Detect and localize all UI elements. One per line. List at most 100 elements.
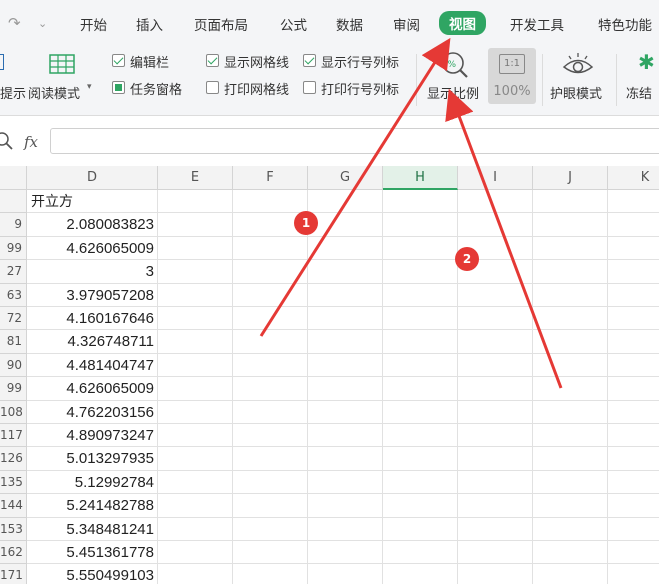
empty-cell[interactable] (458, 470, 533, 495)
empty-cell[interactable] (233, 517, 308, 541)
empty-cell[interactable] (608, 471, 659, 495)
empty-cell[interactable] (458, 541, 533, 565)
row-header[interactable]: 72 (0, 307, 27, 331)
empty-cell[interactable] (233, 353, 308, 378)
row-header[interactable]: 108 (0, 400, 27, 424)
empty-cell[interactable] (533, 236, 608, 261)
empty-cell[interactable] (383, 541, 458, 565)
empty-cell[interactable] (533, 517, 608, 541)
empty-cell[interactable] (308, 447, 383, 471)
menu-tab-review[interactable]: 审阅 (393, 14, 420, 34)
cube-root-cell[interactable]: 2.080083823 (27, 213, 158, 237)
empty-cell[interactable] (533, 470, 608, 495)
empty-cell[interactable] (308, 400, 383, 424)
cube-root-cell[interactable]: 4.481404747 (27, 353, 158, 378)
empty-cell[interactable] (608, 564, 659, 584)
empty-cell[interactable] (458, 213, 533, 237)
row-header[interactable]: 99 (0, 377, 27, 401)
select-all-corner[interactable] (0, 166, 27, 190)
quick-access-dropdown-icon[interactable]: ⌄ (38, 17, 47, 30)
row-header[interactable]: 135 (0, 470, 27, 495)
empty-cell[interactable] (158, 283, 233, 307)
empty-cell[interactable] (308, 213, 383, 237)
row-header[interactable]: 9 (0, 213, 27, 237)
zoom-100-button[interactable]: 1:1 100% (488, 48, 536, 104)
empty-cell[interactable] (233, 377, 308, 401)
cube-root-cell[interactable]: 4.626065009 (27, 377, 158, 401)
cube-root-cell[interactable]: 3.979057208 (27, 283, 158, 307)
cube-root-cell[interactable]: 5.451361778 (27, 541, 158, 565)
empty-cell[interactable] (458, 400, 533, 424)
empty-cell[interactable] (383, 447, 458, 471)
empty-cell[interactable] (533, 541, 608, 565)
empty-cell[interactable] (158, 236, 233, 261)
empty-cell[interactable] (233, 541, 308, 565)
row-header[interactable]: 144 (0, 494, 27, 518)
empty-cell[interactable] (458, 190, 533, 214)
empty-cell[interactable] (383, 353, 458, 378)
column-header-e[interactable]: E (158, 166, 233, 190)
reading-mode-dropdown-icon[interactable]: ▾ (87, 82, 92, 92)
menu-tab-special-features[interactable]: 特色功能 (598, 14, 652, 34)
empty-cell[interactable] (533, 260, 608, 284)
empty-cell[interactable] (608, 401, 659, 424)
empty-cell[interactable] (383, 400, 458, 424)
empty-cell[interactable] (608, 494, 659, 518)
row-header[interactable] (0, 190, 27, 214)
empty-cell[interactable] (608, 307, 659, 331)
empty-cell[interactable] (608, 330, 659, 354)
row-header[interactable]: 171 (0, 564, 27, 584)
menu-tab-view[interactable]: 视图 (439, 11, 486, 35)
empty-cell[interactable] (158, 494, 233, 518)
empty-cell[interactable] (233, 494, 308, 518)
empty-cell[interactable] (158, 190, 233, 214)
empty-cell[interactable] (608, 260, 659, 284)
empty-cell[interactable] (383, 564, 458, 584)
empty-cell[interactable] (308, 494, 383, 518)
empty-cell[interactable] (458, 377, 533, 401)
empty-cell[interactable] (458, 517, 533, 541)
empty-cell[interactable] (233, 190, 308, 214)
eye-protection-button[interactable]: 护眼模式 (550, 83, 602, 102)
empty-cell[interactable] (533, 190, 608, 214)
cube-root-cell[interactable]: 5.241482788 (27, 494, 158, 518)
insert-function-icon[interactable]: fx (24, 133, 38, 151)
empty-cell[interactable] (158, 307, 233, 331)
row-header[interactable]: 153 (0, 517, 27, 541)
empty-cell[interactable] (533, 330, 608, 354)
empty-cell[interactable] (308, 377, 383, 401)
cube-root-cell[interactable]: 3 (27, 260, 158, 284)
empty-cell[interactable] (233, 236, 308, 261)
row-header[interactable]: 126 (0, 447, 27, 471)
empty-cell[interactable] (233, 564, 308, 584)
empty-cell[interactable] (608, 190, 659, 214)
show-gridlines-checkbox[interactable] (206, 54, 219, 67)
empty-cell[interactable] (608, 213, 659, 237)
empty-cell[interactable] (158, 330, 233, 354)
menu-tab-home[interactable]: 开始 (80, 14, 107, 34)
column-header-f[interactable]: F (233, 166, 308, 190)
empty-cell[interactable] (608, 284, 659, 307)
empty-cell[interactable] (308, 470, 383, 495)
empty-cell[interactable] (308, 564, 383, 584)
cube-root-cell[interactable]: 5.348481241 (27, 517, 158, 541)
empty-cell[interactable] (533, 564, 608, 584)
empty-cell[interactable] (233, 307, 308, 331)
empty-cell[interactable] (383, 494, 458, 518)
empty-cell[interactable] (308, 353, 383, 378)
empty-cell[interactable] (158, 564, 233, 584)
freeze-panes-icon[interactable]: ✱ (638, 50, 655, 74)
column-header-i[interactable]: I (458, 166, 533, 190)
cube-root-cell[interactable]: 4.160167646 (27, 307, 158, 331)
freeze-panes-button[interactable]: 冻结 (626, 83, 652, 102)
empty-cell[interactable] (233, 424, 308, 448)
menu-tab-formulas[interactable]: 公式 (280, 14, 307, 34)
empty-cell[interactable] (383, 260, 458, 284)
empty-cell[interactable] (233, 260, 308, 284)
row-header[interactable]: 162 (0, 541, 27, 565)
empty-cell[interactable] (458, 283, 533, 307)
zoom-button[interactable]: 显示比例 (427, 83, 479, 102)
empty-cell[interactable] (458, 447, 533, 471)
empty-cell[interactable] (308, 541, 383, 565)
empty-cell[interactable] (308, 517, 383, 541)
